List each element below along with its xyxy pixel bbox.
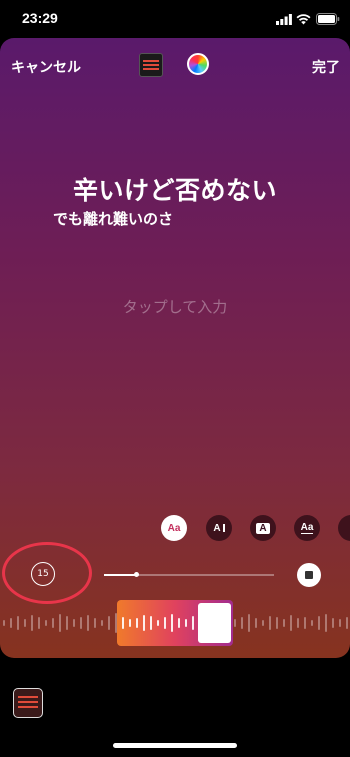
waveform-bar xyxy=(339,619,341,627)
text-style-button-2[interactable]: A xyxy=(206,515,232,541)
waveform-bar xyxy=(311,620,313,626)
waveform-bar xyxy=(269,616,271,630)
progress-knob[interactable] xyxy=(134,572,140,577)
selected-waveform-bar xyxy=(192,616,194,630)
waveform-bar xyxy=(283,619,285,627)
status-bar: 23:29 xyxy=(0,0,350,38)
waveform-bar xyxy=(24,619,26,627)
wifi-icon xyxy=(296,14,311,25)
waveform-bar xyxy=(241,617,243,629)
selected-waveform-bar xyxy=(178,618,180,628)
playback-progress[interactable] xyxy=(104,572,274,577)
waveform-bar xyxy=(3,620,5,626)
text-style-button-4-label: Aa xyxy=(300,522,314,534)
waveform-bar xyxy=(38,617,40,629)
waveform-bar xyxy=(59,614,61,632)
waveform-bar xyxy=(318,616,320,630)
text-style-button-5[interactable] xyxy=(338,515,350,541)
selected-waveform-bar xyxy=(150,616,152,630)
waveform-bar xyxy=(297,618,299,628)
waveform-bar xyxy=(346,617,348,629)
story-canvas[interactable]: キャンセル 完了 辛いけど否めない でも離れ難いのさ タップして入力 Aa A … xyxy=(0,38,350,658)
waveform-bar xyxy=(73,619,75,627)
waveform-bar xyxy=(80,617,82,629)
home-indicator xyxy=(113,743,237,748)
waveform-bar xyxy=(10,618,12,628)
progress-fill xyxy=(104,574,137,576)
text-style-button-3-label: A xyxy=(256,522,270,534)
waveform-bar xyxy=(66,616,68,630)
selected-waveform-bar xyxy=(143,615,145,631)
waveform-bar xyxy=(262,620,264,626)
selected-waveform-bar xyxy=(185,619,187,627)
waveform-bar xyxy=(325,614,327,632)
waveform-bar xyxy=(332,618,334,628)
color-wheel-icon[interactable] xyxy=(187,53,209,75)
waveform-bar xyxy=(101,620,103,626)
selected-waveform-bar xyxy=(171,614,173,632)
cancel-button[interactable]: キャンセル xyxy=(11,57,81,77)
battery-icon xyxy=(316,13,340,25)
text-input-placeholder[interactable]: タップして入力 xyxy=(0,296,350,317)
waveform-bar xyxy=(248,614,250,632)
lyric-line-2[interactable]: でも離れ難いのさ xyxy=(53,208,173,229)
waveform-bar xyxy=(255,618,257,628)
lyric-line-1[interactable]: 辛いけど否めない xyxy=(0,171,350,207)
selected-waveform-bar xyxy=(129,619,131,627)
selected-waveform-bar xyxy=(136,618,138,628)
selected-waveform-bar xyxy=(122,617,124,629)
duration-button[interactable]: 15 xyxy=(31,562,55,586)
waveform-bar xyxy=(52,618,54,628)
music-thumbnail[interactable] xyxy=(139,53,163,77)
waveform-bar xyxy=(94,618,96,628)
stop-button[interactable] xyxy=(297,563,321,587)
done-button[interactable]: 完了 xyxy=(312,57,340,77)
waveform-bar xyxy=(17,616,19,630)
text-style-button-4[interactable]: Aa xyxy=(294,515,320,541)
status-time: 23:29 xyxy=(22,10,58,26)
stop-icon xyxy=(305,571,313,579)
waveform-bar xyxy=(87,615,89,631)
waveform-bar xyxy=(304,617,306,629)
text-style-button-2-label: A xyxy=(213,522,221,534)
text-style-button-3[interactable]: A xyxy=(250,515,276,541)
waveform-bar xyxy=(31,615,33,631)
waveform-bar xyxy=(276,617,278,629)
selected-waveform-bar xyxy=(164,617,166,629)
signal-icon xyxy=(276,14,292,25)
music-icon[interactable] xyxy=(13,688,43,718)
waveform-bar xyxy=(108,616,110,630)
selected-waveform-bar xyxy=(157,620,159,626)
waveform-bar xyxy=(234,619,236,627)
waveform-bar xyxy=(45,620,47,626)
waveform-bar xyxy=(290,615,292,631)
clip-selection-handle[interactable] xyxy=(198,603,231,643)
text-style-button-1[interactable]: Aa xyxy=(161,515,187,541)
